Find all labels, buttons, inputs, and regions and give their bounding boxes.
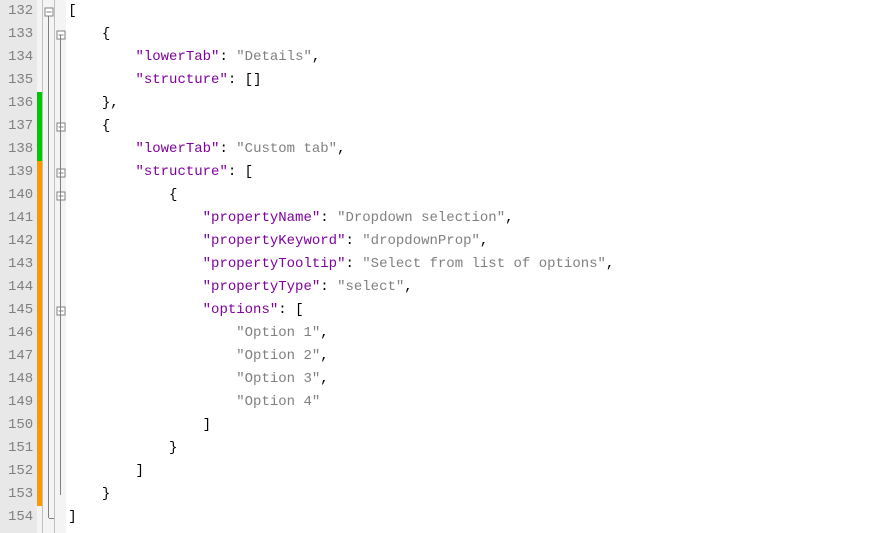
code-line[interactable]: "lowerTab": "Custom tab", — [68, 138, 871, 161]
fold-toggle-icon[interactable] — [44, 7, 53, 16]
code-line[interactable]: { — [68, 23, 871, 46]
line-number: 154 — [8, 506, 33, 529]
line-number: 137 — [8, 115, 33, 138]
line-number: 140 — [8, 184, 33, 207]
code-line[interactable]: { — [68, 115, 871, 138]
code-line[interactable]: }, — [68, 92, 871, 115]
code-line[interactable]: "options": [ — [68, 299, 871, 322]
code-line[interactable]: } — [68, 437, 871, 460]
line-number-gutter: 132 133 134 135 136 137 138 139 140 141 … — [0, 0, 37, 533]
code-line[interactable]: "Option 4" — [68, 391, 871, 414]
code-line[interactable]: "propertyType": "select", — [68, 276, 871, 299]
line-number: 152 — [8, 460, 33, 483]
code-line[interactable]: "lowerTab": "Details", — [68, 46, 871, 69]
line-number: 144 — [8, 276, 33, 299]
code-line[interactable]: ] — [68, 506, 871, 529]
line-number: 136 — [8, 92, 33, 115]
line-number: 149 — [8, 391, 33, 414]
code-line[interactable]: "propertyTooltip": "Select from list of … — [68, 253, 871, 276]
code-line[interactable]: { — [68, 184, 871, 207]
line-number: 153 — [8, 483, 33, 506]
code-line[interactable]: "Option 1", — [68, 322, 871, 345]
line-number: 142 — [8, 230, 33, 253]
line-number: 138 — [8, 138, 33, 161]
code-line[interactable]: ] — [68, 414, 871, 437]
line-number: 146 — [8, 322, 33, 345]
line-number: 151 — [8, 437, 33, 460]
code-line[interactable]: "Option 2", — [68, 345, 871, 368]
line-number: 147 — [8, 345, 33, 368]
code-line[interactable]: [ — [68, 0, 871, 23]
code-editor-area[interactable]: [ { "lowerTab": "Details", "structure": … — [66, 0, 871, 533]
code-line[interactable]: "structure": [] — [68, 69, 871, 92]
code-line[interactable]: "structure": [ — [68, 161, 871, 184]
line-number: 132 — [8, 0, 33, 23]
fold-gutter — [42, 0, 66, 533]
line-number: 148 — [8, 368, 33, 391]
line-number: 134 — [8, 46, 33, 69]
line-number: 135 — [8, 69, 33, 92]
line-number: 150 — [8, 414, 33, 437]
line-number: 141 — [8, 207, 33, 230]
code-line[interactable]: "propertyKeyword": "dropdownProp", — [68, 230, 871, 253]
line-number: 145 — [8, 299, 33, 322]
code-line[interactable]: "Option 3", — [68, 368, 871, 391]
code-line[interactable]: "propertyName": "Dropdown selection", — [68, 207, 871, 230]
line-number: 143 — [8, 253, 33, 276]
line-number: 139 — [8, 161, 33, 184]
code-line[interactable]: ] — [68, 460, 871, 483]
line-number: 133 — [8, 23, 33, 46]
code-line[interactable]: } — [68, 483, 871, 506]
